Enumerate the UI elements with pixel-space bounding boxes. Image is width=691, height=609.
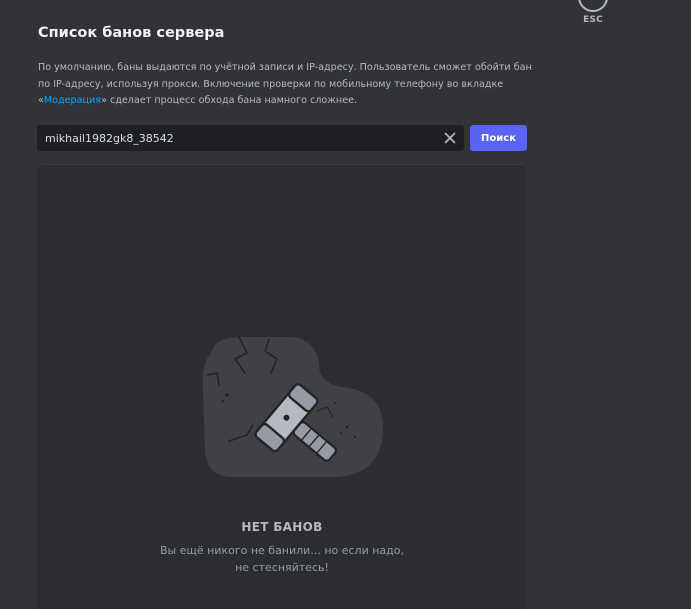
- bans-list-panel: НЕТ БАНОВ Вы ещё никого не банили... но …: [37, 164, 527, 609]
- empty-state-subtitle: Вы ещё никого не банили... но если надо,…: [37, 542, 527, 576]
- empty-state-subtitle-line: не стесняйтесь!: [235, 561, 329, 574]
- search-button[interactable]: Поиск: [470, 125, 527, 151]
- empty-state-subtitle-line: Вы ещё никого не банили... но если надо,: [159, 544, 404, 557]
- search-input[interactable]: [37, 125, 432, 151]
- moderation-link[interactable]: Модерация: [44, 95, 101, 106]
- ban-hammer-icon: [202, 336, 384, 477]
- description-rest: » сделает процесс обхода бана намного сл…: [101, 95, 358, 106]
- close-icon[interactable]: [442, 130, 458, 146]
- close-circle-icon[interactable]: [578, 0, 608, 12]
- description-line: «Модерация» сделает процесс обхода бана …: [38, 93, 528, 110]
- esc-label: ESC: [583, 15, 603, 25]
- server-bans-page: ESC Список банов сервера По умолчанию, б…: [0, 0, 691, 609]
- description-line: По умолчанию, баны выдаются по учётной з…: [38, 62, 532, 73]
- page-title: Список банов сервера: [38, 25, 225, 41]
- search-box: [37, 125, 464, 151]
- description-line: по IP-адресу, используя прокси. Включени…: [38, 78, 504, 90]
- empty-state-title: НЕТ БАНОВ: [241, 520, 323, 534]
- bans-description: По умолчанию, баны выдаются по учётной з…: [38, 60, 532, 110]
- close-button[interactable]: ESC: [576, 0, 610, 25]
